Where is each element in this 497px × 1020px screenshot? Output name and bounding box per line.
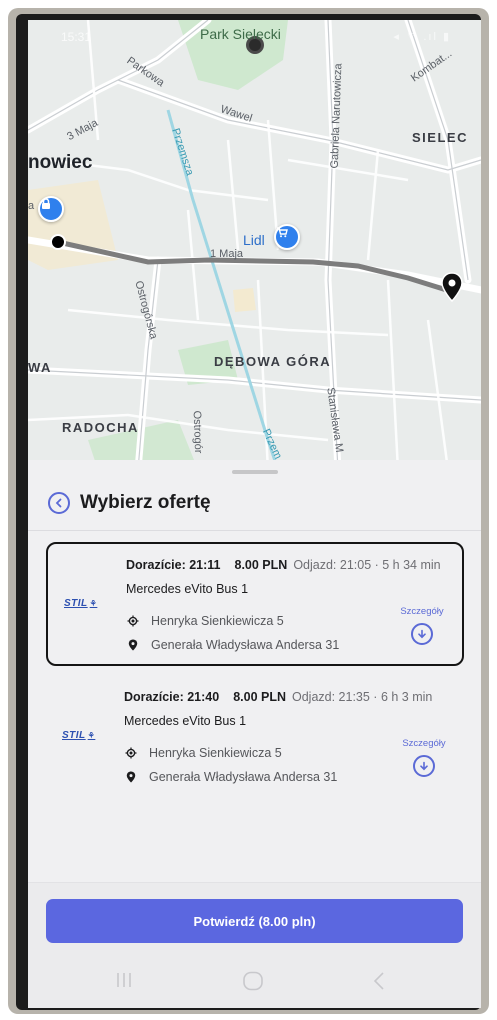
map-label-park: Park Sielecki — [200, 26, 281, 42]
leaf-icon: ⚘ — [89, 599, 98, 608]
recent-apps-icon[interactable] — [114, 971, 134, 995]
vehicle-name: Mercedes eVito Bus 1 — [124, 714, 247, 728]
sheet-drag-handle[interactable] — [232, 470, 278, 474]
map-pin-icon — [124, 770, 138, 784]
arrival-time: Dorazície: 21:11 — [126, 558, 221, 572]
map-pin-icon — [126, 638, 140, 652]
pickup-stop: Henryka Sienkiewicza 5 — [126, 614, 284, 628]
map-label-lidl: Lidl — [243, 232, 265, 248]
offer-card-2[interactable]: STIL ⚘ Dorazície: 21:40 8.00 PLN Odjazd: 21… — [46, 676, 464, 800]
lock-poi-pin[interactable] — [38, 196, 64, 222]
details-label: Szczegóły — [400, 606, 444, 617]
details-toggle[interactable]: Szczegóły — [394, 606, 450, 645]
page-title: Wybierz ofertę — [80, 492, 211, 513]
map-label-sosnowiec: nowiec — [28, 152, 93, 173]
arrow-down-icon — [418, 629, 426, 639]
cart-icon — [277, 227, 288, 238]
system-nav-bar — [28, 959, 481, 1007]
expand-details-button[interactable] — [413, 755, 435, 777]
details-toggle[interactable]: Szczegóły — [396, 738, 452, 777]
carrier-logo-text: STIL — [64, 598, 88, 609]
lock-icon — [42, 198, 50, 209]
offer-price: 8.00 PLN — [234, 558, 288, 572]
status-time: 15:31 — [61, 30, 92, 44]
leaf-icon: ⚘ — [87, 731, 96, 740]
arrow-down-icon — [420, 761, 428, 771]
vehicle-name: Mercedes eVito Bus 1 — [126, 582, 249, 596]
details-label: Szczegóły — [402, 738, 446, 749]
confirm-button[interactable]: Potwierdź (8.00 pln) — [46, 899, 463, 943]
carrier-logo-text: STIL — [62, 730, 86, 741]
location-target-icon — [124, 746, 138, 760]
chevron-left-icon — [55, 498, 62, 508]
departure-info: Odjazd: 21:05 · 5 h 34 min — [293, 558, 441, 572]
offer-summary-line: Dorazície: 21:11 8.00 PLN Odjazd: 21:05 · … — [126, 558, 441, 572]
header-divider — [28, 530, 481, 531]
dropoff-address: Generała Władysława Andersa 31 — [149, 770, 338, 784]
map-label-a: a — [28, 200, 35, 212]
home-icon[interactable] — [242, 971, 264, 997]
offer-summary-line: Dorazície: 21:40 8.00 PLN Odjazd: 21:35 · … — [124, 690, 432, 704]
sheet-footer: Potwierdź (8.00 pln) — [28, 882, 481, 1008]
map-label-ostrogor: Ostrogór — [190, 410, 205, 454]
map-label-1-maja: 1 Maja — [210, 248, 244, 260]
app-screen: 15:31 ◂ ⌔ .ıl ▮ Park Sielecki Parkowa Ko… — [28, 20, 481, 1008]
map-label-wa: WA — [28, 360, 52, 375]
offer-price: 8.00 PLN — [233, 690, 286, 704]
pickup-address: Henryka Sienkiewicza 5 — [151, 614, 284, 628]
carrier-logo: STIL ⚘ — [62, 730, 95, 741]
map-view[interactable]: 15:31 ◂ ⌔ .ıl ▮ Park Sielecki Parkowa Ko… — [28, 20, 481, 470]
route-end-pin-icon[interactable] — [441, 272, 463, 302]
location-target-icon — [126, 614, 140, 628]
back-nav-icon[interactable] — [372, 971, 386, 997]
lidl-shop-pin[interactable] — [274, 224, 300, 250]
map-label-sielec: SIELEC — [412, 130, 468, 145]
sheet-header: Wybierz ofertę — [48, 490, 211, 516]
pickup-address: Henryka Sienkiewicza 5 — [149, 746, 282, 760]
arrival-time: Dorazície: 21:40 — [124, 690, 220, 704]
map-label-radocha: RADOCHA — [62, 420, 139, 435]
status-icons: ◂ ⌔ .ıl ▮ — [393, 31, 451, 43]
dropoff-stop: Generała Władysława Andersa 31 — [124, 770, 337, 784]
offer-card-1[interactable]: STIL ⚘ Dorazície: 21:11 8.00 PLN Odjazd: 21… — [46, 542, 464, 666]
dropoff-stop: Generała Władysława Andersa 31 — [126, 638, 339, 652]
back-button[interactable] — [48, 492, 70, 514]
dropoff-address: Generała Władysława Andersa 31 — [151, 638, 340, 652]
route-start-marker[interactable] — [50, 234, 66, 250]
pickup-stop: Henryka Sienkiewicza 5 — [124, 746, 282, 760]
carrier-logo: STIL ⚘ — [64, 598, 97, 609]
offer-bottom-sheet: Wybierz ofertę STIL ⚘ Dorazície: 21:11 8.0… — [28, 460, 481, 1008]
departure-info: Odjazd: 21:35 · 6 h 3 min — [292, 690, 433, 704]
map-label-debowa-gora: DĘBOWA GÓRA — [214, 354, 332, 369]
expand-details-button[interactable] — [411, 623, 433, 645]
